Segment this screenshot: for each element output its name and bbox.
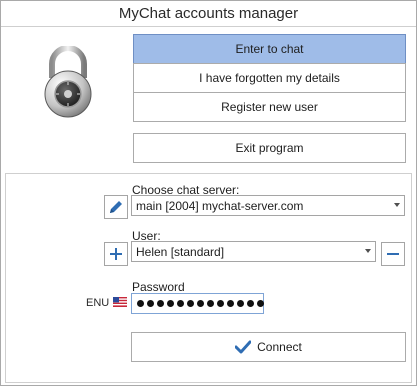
password-dot bbox=[257, 300, 264, 307]
remove-user-button[interactable] bbox=[381, 242, 405, 266]
connect-label: Connect bbox=[257, 340, 302, 354]
password-dot bbox=[187, 300, 194, 307]
add-user-button[interactable] bbox=[104, 242, 128, 266]
forgot-details-button[interactable]: I have forgotten my details bbox=[133, 63, 406, 93]
password-mask bbox=[137, 300, 264, 307]
plus-icon bbox=[110, 248, 122, 260]
password-dot bbox=[177, 300, 184, 307]
enter-to-chat-label: Enter to chat bbox=[235, 42, 304, 56]
password-dot bbox=[197, 300, 204, 307]
password-label: Password bbox=[132, 280, 185, 294]
accounts-manager-window: MyChat accounts manager Enter to chat I … bbox=[0, 0, 417, 386]
exit-program-label: Exit program bbox=[235, 141, 304, 155]
chevron-down-icon bbox=[394, 203, 400, 207]
padlock-icon bbox=[44, 46, 92, 118]
password-dot bbox=[207, 300, 214, 307]
pencil-icon bbox=[110, 201, 122, 213]
checkmark-icon bbox=[235, 340, 252, 354]
title-bar: MyChat accounts manager bbox=[1, 1, 416, 27]
password-dot bbox=[157, 300, 164, 307]
us-flag-icon bbox=[113, 297, 127, 307]
enter-to-chat-button[interactable]: Enter to chat bbox=[133, 34, 406, 64]
exit-program-button[interactable]: Exit program bbox=[133, 133, 406, 163]
password-dot bbox=[217, 300, 224, 307]
register-user-label: Register new user bbox=[221, 100, 318, 114]
chevron-down-icon bbox=[365, 249, 371, 253]
keyboard-layout-indicator: ENU bbox=[86, 297, 110, 309]
window-title: MyChat accounts manager bbox=[118, 5, 299, 22]
forgot-details-label: I have forgotten my details bbox=[199, 71, 340, 85]
server-select-value: main [2004] mychat-server.com bbox=[136, 198, 304, 213]
edit-server-button[interactable] bbox=[104, 195, 128, 219]
register-user-button[interactable]: Register new user bbox=[133, 92, 406, 122]
password-field[interactable] bbox=[131, 293, 264, 314]
password-dot bbox=[237, 300, 244, 307]
connect-button[interactable]: Connect bbox=[131, 332, 406, 362]
minus-icon bbox=[387, 253, 399, 255]
user-select-value: Helen [standard] bbox=[136, 244, 225, 259]
server-select[interactable]: main [2004] mychat-server.com bbox=[131, 195, 405, 216]
password-dot bbox=[137, 300, 144, 307]
password-dot bbox=[167, 300, 174, 307]
user-select[interactable]: Helen [standard] bbox=[131, 241, 376, 262]
password-dot bbox=[227, 300, 234, 307]
password-dot bbox=[247, 300, 254, 307]
password-dot bbox=[147, 300, 154, 307]
